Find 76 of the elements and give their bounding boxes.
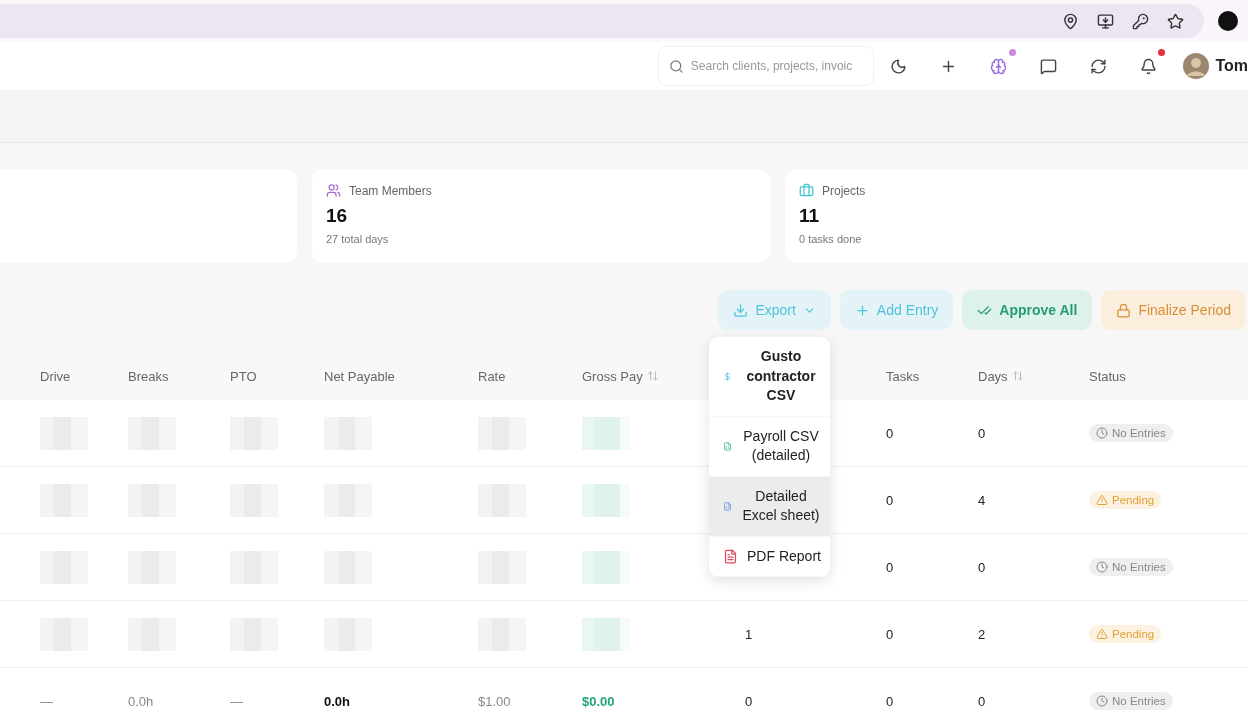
status-badge: Pending <box>1089 491 1162 509</box>
document-icon <box>723 548 738 564</box>
column-header[interactable]: PTO <box>230 368 257 384</box>
warning-icon <box>1096 628 1108 640</box>
menu-item[interactable]: Detailed Excel sheet) <box>709 476 830 537</box>
profile-icon[interactable] <box>1218 11 1238 31</box>
column-header[interactable]: Tasks <box>886 368 920 384</box>
table-cell: 0 <box>886 627 894 642</box>
table-cell: 0 <box>886 694 894 709</box>
table-cell: — <box>40 694 53 709</box>
chat-icon <box>1040 57 1058 75</box>
download-icon <box>733 302 749 318</box>
spreadsheet-icon <box>723 441 732 451</box>
column-header[interactable]: Gross Pay <box>582 368 643 384</box>
moon-icon <box>890 57 908 75</box>
warning-icon <box>1096 494 1108 506</box>
stat-value: 16 <box>326 205 349 227</box>
table-cell: $0.00 <box>582 694 615 709</box>
table-cell: $1.00 <box>478 694 511 709</box>
redacted-cell <box>582 416 630 450</box>
column-header[interactable]: Drive <box>40 368 71 384</box>
table-cell: 1 <box>745 627 753 642</box>
pin-icon[interactable] <box>1062 12 1079 30</box>
status-badge: No Entries <box>1089 424 1173 442</box>
table-cell: 0 <box>978 426 986 441</box>
dollar-icon <box>723 371 732 381</box>
table-cell: 2 <box>978 627 986 642</box>
menu-item[interactable]: Payroll CSV (detailed) <box>709 416 830 477</box>
stat-label: Team Members <box>349 183 432 198</box>
brain-icon <box>990 57 1008 75</box>
refresh-icon <box>1090 57 1108 75</box>
stat-value: 11 <box>799 205 821 227</box>
menu-item[interactable]: Gusto contractor CSV <box>709 337 830 417</box>
spreadsheet-icon <box>723 501 732 511</box>
table-cell: 0 <box>978 560 986 575</box>
bell-icon <box>1140 57 1157 75</box>
table-cell: 0 <box>745 694 753 709</box>
users-icon <box>326 183 341 198</box>
table-cell: 0.0h <box>324 694 350 709</box>
key-icon[interactable] <box>1132 12 1149 30</box>
stat-caption: 0 tasks done <box>799 233 863 245</box>
stat-caption: 27 total days <box>326 233 390 245</box>
column-header[interactable]: Days <box>978 368 1008 384</box>
status-badge: No Entries <box>1089 558 1173 576</box>
briefcase-icon <box>799 183 814 198</box>
search-field[interactable]: Search clients, projects, invoic <box>658 46 874 86</box>
table-cell: — <box>230 694 243 709</box>
clock-icon <box>1096 561 1108 573</box>
column-header[interactable]: Breaks <box>128 368 169 384</box>
search-icon <box>669 58 684 74</box>
table-cell: 0.0h <box>128 694 154 709</box>
table-cell: 0 <box>978 694 986 709</box>
redacted-cell <box>582 550 630 584</box>
menu-item[interactable]: PDF Report <box>709 536 830 577</box>
redacted-cell <box>582 483 630 517</box>
avatar[interactable] <box>1183 53 1210 79</box>
status-badge: Pending <box>1089 625 1162 643</box>
lock-icon <box>1116 302 1132 318</box>
column-header[interactable]: Rate <box>478 368 506 384</box>
star-icon[interactable] <box>1167 12 1184 30</box>
search-input[interactable]: Search clients, projects, invoic <box>690 59 869 73</box>
column-header[interactable]: Net Payable <box>324 368 395 384</box>
monitor-download-icon[interactable] <box>1097 12 1114 30</box>
user-name[interactable]: Tom <box>1215 57 1248 75</box>
status-badge: No Entries <box>1089 692 1173 710</box>
clock-icon <box>1096 427 1108 439</box>
plus-icon <box>854 302 870 318</box>
table-cell: 0 <box>886 426 894 441</box>
column-header[interactable]: Status <box>1089 368 1126 384</box>
table-cell: 0 <box>886 493 894 508</box>
table-cell: 0 <box>886 560 894 575</box>
redacted-cell <box>582 617 630 651</box>
stat-label: Projects <box>822 183 866 198</box>
clock-icon <box>1096 695 1108 707</box>
approve-all-button[interactable]: Approve All <box>962 290 1093 330</box>
table-cell: 4 <box>978 493 986 508</box>
